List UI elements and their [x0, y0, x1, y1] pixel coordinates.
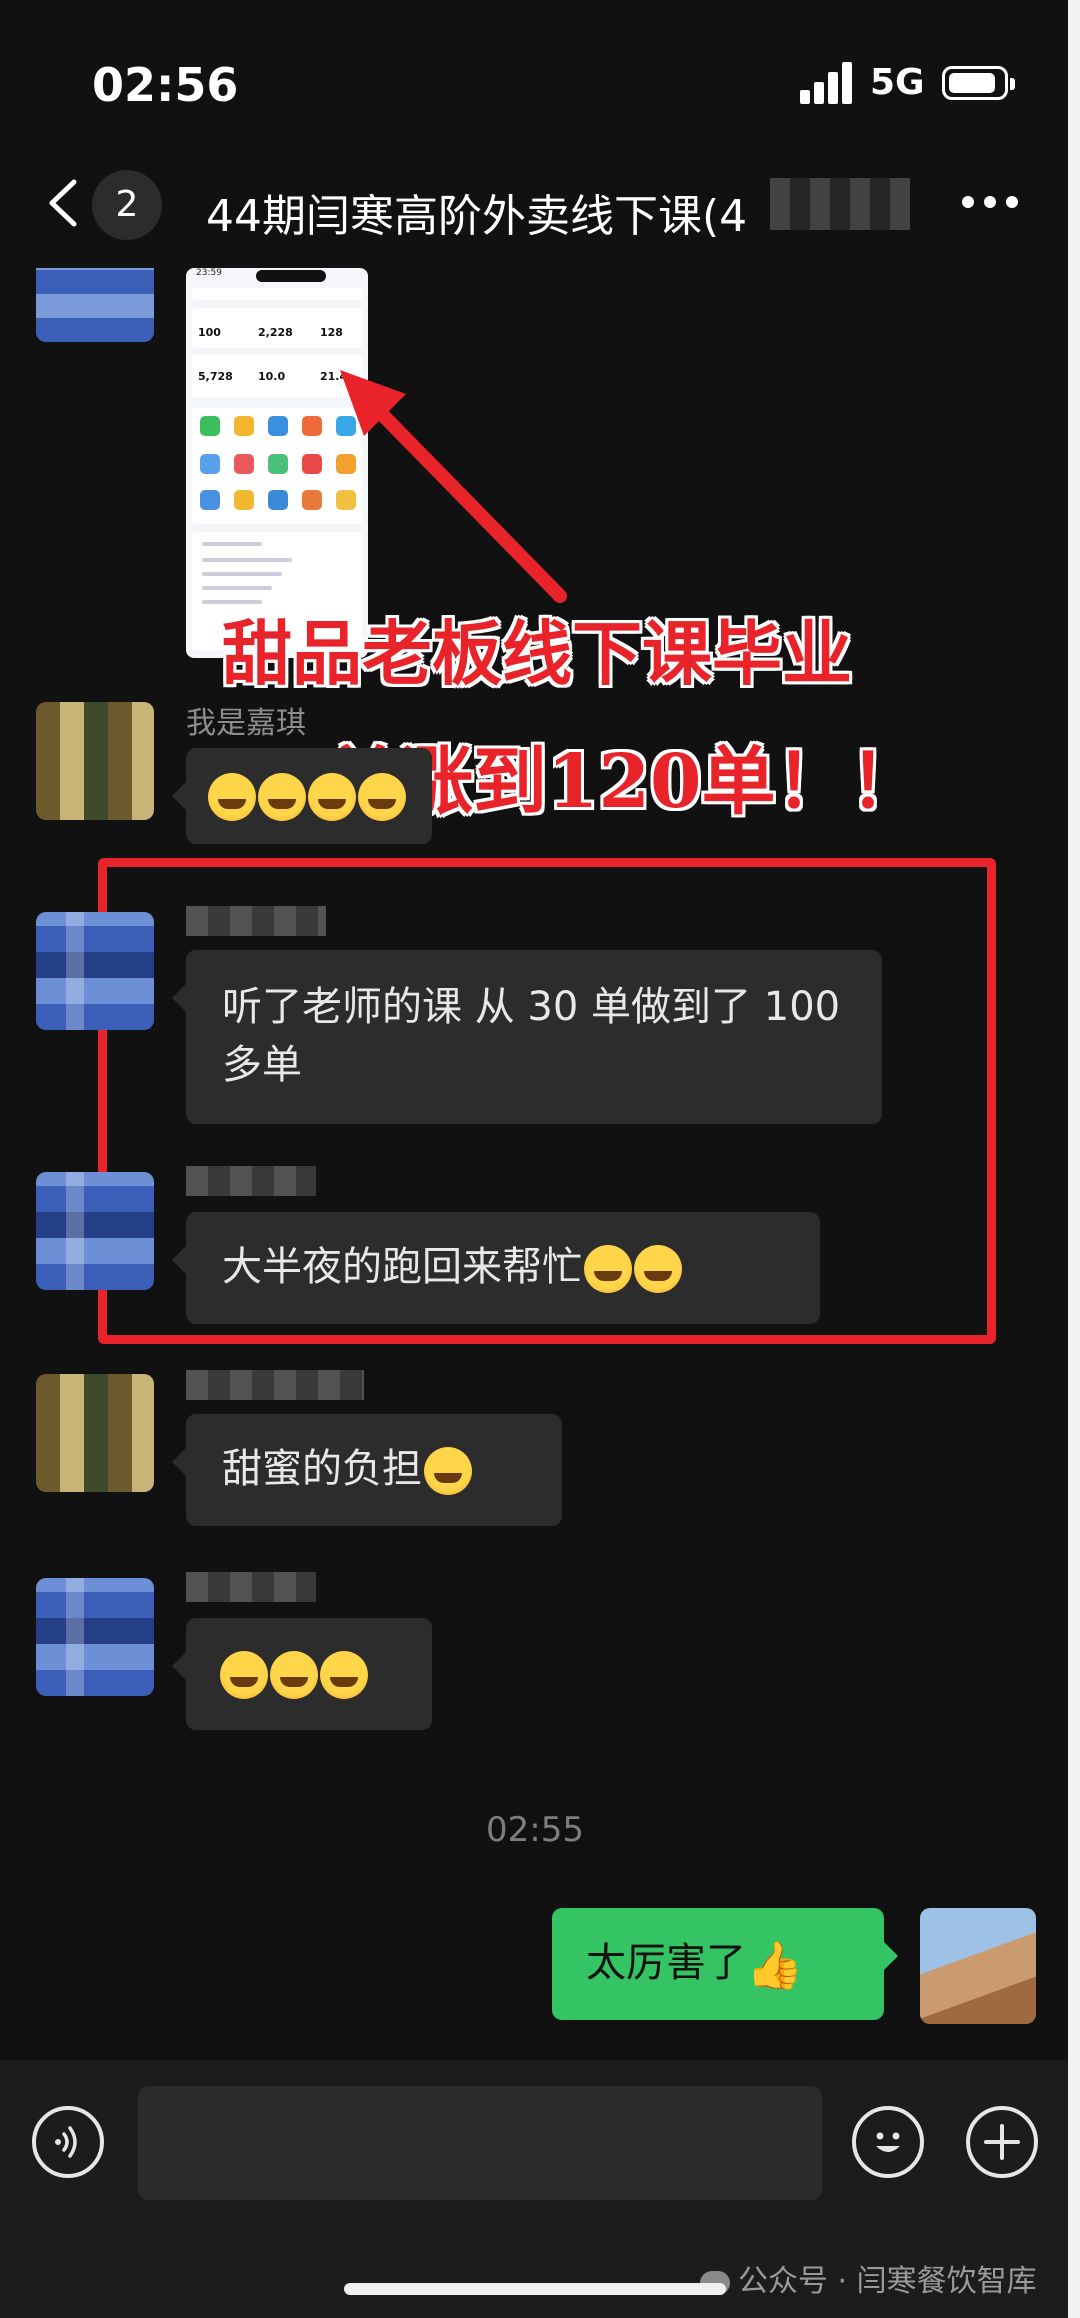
home-indicator[interactable] [344, 2283, 726, 2295]
my-avatar[interactable] [920, 1908, 1036, 2024]
more-icon[interactable] [962, 196, 1018, 210]
message-bubble[interactable] [172, 748, 432, 844]
avatar[interactable] [36, 1172, 154, 1290]
thumbs-up-icon: 👍 [746, 1938, 804, 1992]
emoji-icon [320, 1651, 368, 1699]
thumb-value: 10.0 [258, 370, 286, 383]
headline-line1: 甜品老板线下课毕业 [222, 612, 852, 695]
message-input[interactable] [138, 2086, 822, 2200]
sender-name-blurred [186, 1370, 364, 1400]
emoji-icon [220, 1651, 268, 1699]
emoji-icon[interactable] [852, 2106, 924, 2178]
emoji-icon [358, 773, 406, 821]
thumb-value: 2,228 [258, 326, 293, 339]
message-bubble[interactable] [172, 1618, 432, 1730]
avatar[interactable] [36, 268, 154, 342]
message-text: 太厉害了 [586, 1940, 746, 1986]
thumb-value: 128 [320, 326, 343, 339]
network-type: 5G [870, 62, 925, 103]
annotation-arrow [340, 370, 567, 603]
avatar[interactable] [36, 1578, 154, 1696]
emoji-icon [208, 773, 256, 821]
message-text: 甜蜜的负担 [222, 1446, 422, 1492]
title-blur [770, 178, 910, 230]
emoji-icon [424, 1447, 472, 1495]
unread-badge[interactable]: 2 [92, 170, 162, 240]
battery-icon [942, 66, 1015, 100]
my-message-bubble[interactable]: 太厉害了👍 [552, 1908, 898, 2020]
watermark: 公众号 · 闫寒餐饮智库 [700, 2256, 1037, 2300]
avatar[interactable] [36, 1374, 154, 1492]
emoji-icon [308, 773, 356, 821]
chat-timestamp: 02:55 [486, 1810, 584, 1850]
sender-name: 我是嘉琪 [186, 706, 306, 741]
message-bubble[interactable]: 甜蜜的负担 [172, 1414, 562, 1526]
avatar[interactable] [36, 912, 154, 1030]
sender-name-blurred [186, 906, 326, 936]
emoji-icon [634, 1245, 682, 1293]
voice-icon[interactable] [32, 2106, 104, 2178]
emoji-icon [258, 773, 306, 821]
screen-edge [1068, 0, 1080, 2318]
emoji-icon [584, 1245, 632, 1293]
avatar[interactable] [36, 702, 154, 820]
thumb-value: 100 [198, 326, 221, 339]
sender-name-blurred [186, 1166, 316, 1196]
signal-icon [800, 62, 854, 104]
message-bubble[interactable]: 大半夜的跑回来帮忙 [172, 1212, 820, 1324]
emoji-icon [270, 1651, 318, 1699]
thumb-value: 5,728 [198, 370, 233, 383]
back-icon[interactable] [44, 178, 80, 228]
chat-title[interactable]: 44期闫寒高阶外卖线下课(4 [206, 180, 747, 244]
message-bubble[interactable]: 听了老师的课 从 30 单做到了 100 多单 [172, 950, 882, 1124]
status-time: 02:56 [92, 58, 239, 112]
watermark-text: 公众号 · 闫寒餐饮智库 [738, 2264, 1037, 2299]
screenshot-time: 23:59 [196, 268, 222, 278]
plus-icon[interactable] [966, 2106, 1038, 2178]
sender-name-blurred [186, 1572, 316, 1602]
message-text: 大半夜的跑回来帮忙 [222, 1244, 582, 1290]
